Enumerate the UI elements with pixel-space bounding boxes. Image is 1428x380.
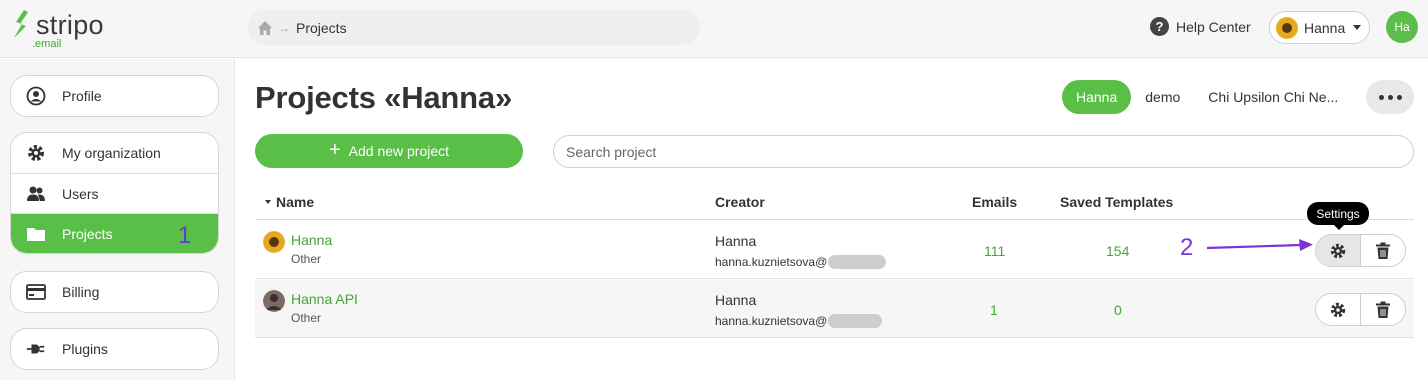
sidebar-item-label: My organization xyxy=(62,145,161,161)
delete-button[interactable] xyxy=(1360,294,1405,325)
annotation-number-2: 2 xyxy=(1180,234,1194,261)
annotation-arrow-icon xyxy=(1206,239,1313,251)
sidebar-group-plugins: Plugins xyxy=(10,328,219,370)
settings-button[interactable] xyxy=(1316,235,1360,266)
user-name: Hanna xyxy=(1304,19,1346,36)
user-circle-icon xyxy=(26,86,46,106)
plug-icon xyxy=(26,339,46,359)
page-title: Projects «Hanna» xyxy=(255,80,512,116)
folder-icon xyxy=(26,224,46,244)
sidebar-item-organization[interactable]: My organization xyxy=(11,133,218,173)
redacted-block xyxy=(828,314,883,328)
sidebar-group-billing: Billing xyxy=(10,271,219,313)
table-row: Hanna API Other Hanna hanna.kuznietsova@… xyxy=(255,280,1414,338)
column-creator: Creator xyxy=(715,194,765,210)
settings-button[interactable] xyxy=(1316,294,1360,325)
project-type: Other xyxy=(291,252,322,266)
page-title-name: Hanna xyxy=(401,80,495,115)
home-icon[interactable] xyxy=(256,19,274,37)
sidebar-item-label: Plugins xyxy=(62,341,108,357)
sidebar: Profile My organization Users Projects 1 xyxy=(0,59,235,380)
column-name[interactable]: Name xyxy=(265,194,314,210)
emails-count-link[interactable]: 111 xyxy=(984,243,1005,259)
tab-project-chi-upsilon[interactable]: Chi Upsilon Chi Ne... xyxy=(1194,80,1342,114)
creator-name: Hanna xyxy=(715,233,757,249)
sidebar-item-label: Profile xyxy=(62,88,102,104)
sidebar-item-users[interactable]: Users xyxy=(11,173,218,213)
creator-email-text: hanna.kuznietsova@ xyxy=(715,314,828,328)
brand-name: stripo xyxy=(36,10,104,40)
trash-icon xyxy=(1376,301,1390,318)
add-new-project-button[interactable]: + Add new project xyxy=(255,134,523,168)
sidebar-item-profile[interactable]: Profile xyxy=(11,76,218,116)
sort-desc-icon xyxy=(265,200,271,205)
sidebar-item-projects[interactable]: Projects 1 xyxy=(11,213,218,253)
plus-icon: + xyxy=(328,139,341,161)
settings-tooltip: Settings xyxy=(1307,202,1369,230)
delete-button[interactable] xyxy=(1360,235,1405,266)
column-saved-templates: Saved Templates xyxy=(1060,194,1174,210)
stripo-logo[interactable]: stripo .email xyxy=(10,8,120,50)
column-name-label: Name xyxy=(276,194,315,210)
project-name-link[interactable]: Hanna xyxy=(291,232,332,248)
chevron-down-icon xyxy=(1353,25,1362,30)
credit-card-icon xyxy=(26,282,46,302)
dot-icon xyxy=(1378,94,1384,100)
sidebar-item-label: Projects xyxy=(62,225,113,242)
sidebar-group-organization: My organization Users Projects 1 xyxy=(10,132,219,254)
gear-icon xyxy=(1330,243,1346,258)
row-actions xyxy=(1315,234,1406,267)
breadcrumb: → Projects xyxy=(248,10,700,45)
creator-email-text: hanna.kuznietsova@ xyxy=(715,255,828,269)
page-title-prefix: Projects « xyxy=(255,80,402,115)
project-avatar xyxy=(263,290,285,312)
saved-templates-count-link[interactable]: 154 xyxy=(1106,243,1129,259)
user-dropdown[interactable]: Hanna xyxy=(1269,11,1370,44)
tab-project-hanna[interactable]: Hanna xyxy=(1062,80,1132,114)
gear-icon xyxy=(26,143,46,163)
trash-icon xyxy=(1376,242,1390,259)
search-project-input[interactable] xyxy=(553,135,1414,168)
add-new-project-label: Add new project xyxy=(348,143,450,159)
creator-email: hanna.kuznietsova@ xyxy=(715,255,887,269)
top-bar: stripo .email → Projects ? Help Center H… xyxy=(0,0,1428,58)
sidebar-item-label: Users xyxy=(62,185,99,202)
users-icon xyxy=(26,184,46,204)
creator-email: hanna.kuznietsova@ xyxy=(715,314,883,328)
column-emails: Emails xyxy=(972,194,1018,210)
breadcrumb-arrow-icon: → xyxy=(278,20,290,35)
annotation-number-1: 1 xyxy=(178,222,192,249)
creator-name: Hanna xyxy=(715,292,757,308)
breadcrumb-current: Projects xyxy=(296,19,347,36)
question-icon: ? xyxy=(1150,17,1169,36)
tab-project-demo[interactable]: demo xyxy=(1131,80,1194,114)
dot-icon xyxy=(1396,94,1402,100)
dot-icon xyxy=(1387,94,1393,100)
sidebar-group-profile: Profile xyxy=(10,75,219,117)
project-type: Other xyxy=(291,311,322,325)
help-center-label: Help Center xyxy=(1176,18,1251,35)
brand-sub: .email xyxy=(32,38,62,50)
account-avatar[interactable]: Ha xyxy=(1386,11,1418,43)
more-options-button[interactable] xyxy=(1366,80,1414,114)
sunflower-avatar-icon xyxy=(1276,16,1298,39)
emails-count-link[interactable]: 1 xyxy=(990,302,998,318)
sidebar-item-label: Billing xyxy=(62,284,100,300)
redacted-block xyxy=(828,255,887,269)
row-actions xyxy=(1315,293,1406,326)
saved-templates-count-link[interactable]: 0 xyxy=(1114,302,1122,318)
project-tabs: Hanna demo Chi Upsilon Chi Ne... xyxy=(1062,80,1342,114)
project-name-link[interactable]: Hanna API xyxy=(291,291,358,307)
page-title-suffix: » xyxy=(494,80,512,115)
table-header: Name Creator Emails Saved Templates xyxy=(255,184,1414,220)
gear-icon xyxy=(1330,302,1346,317)
sidebar-item-billing[interactable]: Billing xyxy=(11,272,218,312)
project-avatar xyxy=(263,231,285,253)
help-center-link[interactable]: ? Help Center xyxy=(1150,17,1251,36)
stripo-logo-mark-icon xyxy=(14,10,28,38)
sidebar-item-plugins[interactable]: Plugins xyxy=(11,329,218,369)
